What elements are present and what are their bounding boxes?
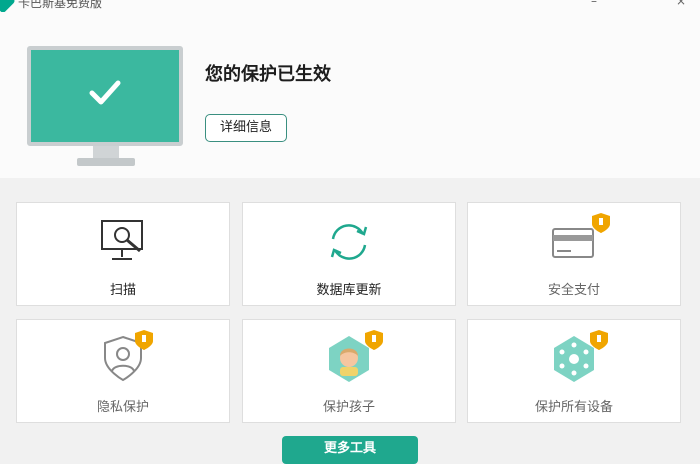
scan-card[interactable]: 扫描 bbox=[16, 202, 230, 306]
status-title: 您的保护已生效 bbox=[205, 64, 331, 85]
privacy-protection-card[interactable]: 隐私保护 bbox=[16, 319, 230, 423]
protection-status-panel: 您的保护已生效 详细信息 bbox=[0, 12, 700, 178]
safe-money-label: 安全支付 bbox=[547, 283, 600, 298]
scan-label: 扫描 bbox=[109, 283, 136, 298]
scan-monitor-icon bbox=[101, 220, 143, 260]
close-button[interactable]: × bbox=[676, 0, 686, 8]
safe-kids-card[interactable]: 保护孩子 bbox=[242, 319, 456, 423]
protected-monitor-icon bbox=[27, 46, 183, 170]
title-bar: 卡巴斯基免费版 – × bbox=[0, 0, 700, 14]
premium-lock-badge-icon bbox=[590, 330, 608, 350]
monitor-screen bbox=[27, 46, 183, 146]
premium-lock-badge-icon bbox=[135, 330, 153, 350]
privacy-protection-label: 隐私保护 bbox=[96, 400, 149, 415]
database-update-label: 数据库更新 bbox=[316, 283, 382, 298]
window-title: 卡巴斯基免费版 bbox=[18, 0, 103, 10]
protect-all-devices-label: 保护所有设备 bbox=[534, 400, 613, 415]
premium-lock-badge-icon bbox=[365, 330, 383, 350]
safe-money-card[interactable]: 安全支付 bbox=[467, 202, 681, 306]
safe-kids-label: 保护孩子 bbox=[322, 400, 375, 415]
minimize-button[interactable]: – bbox=[591, 0, 597, 8]
more-tools-button[interactable]: 更多工具 bbox=[282, 436, 418, 464]
database-update-card[interactable]: 数据库更新 bbox=[242, 202, 456, 306]
details-button[interactable]: 详细信息 bbox=[205, 114, 287, 142]
checkmark-icon bbox=[89, 80, 121, 105]
update-arrows-icon bbox=[330, 224, 368, 260]
premium-lock-badge-icon bbox=[592, 213, 610, 233]
monitor-stand bbox=[77, 158, 135, 166]
protect-all-devices-card[interactable]: 保护所有设备 bbox=[467, 319, 681, 423]
